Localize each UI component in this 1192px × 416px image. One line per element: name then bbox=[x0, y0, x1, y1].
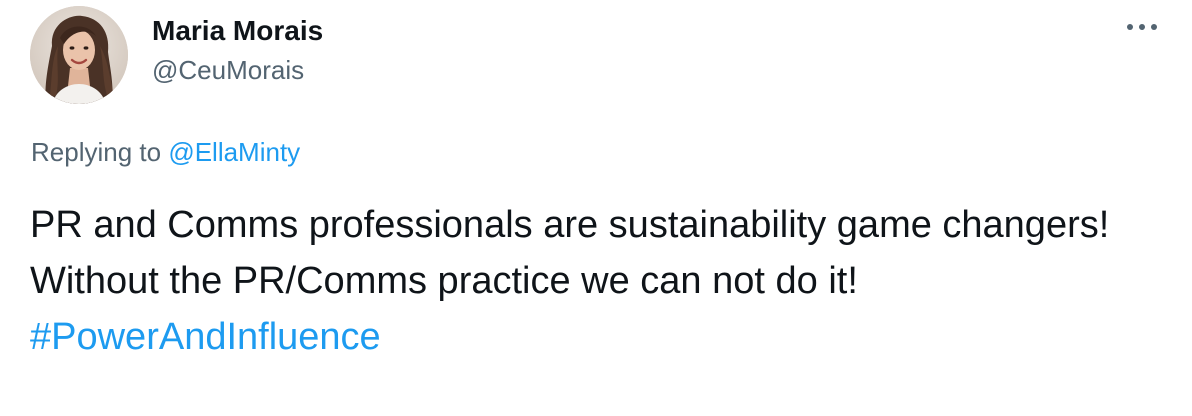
reply-mention-link[interactable]: @EllaMinty bbox=[168, 137, 300, 167]
tweet-text: PR and Comms professionals are sustainab… bbox=[30, 197, 1170, 365]
author-display-name[interactable]: Maria Morais bbox=[152, 14, 323, 48]
hashtag-link[interactable]: #PowerAndInfluence bbox=[30, 316, 381, 358]
more-options-button[interactable] bbox=[1122, 12, 1162, 42]
reply-context: Replying to @EllaMinty bbox=[31, 136, 300, 168]
avatar[interactable] bbox=[30, 6, 128, 104]
tweet-card: Maria Morais @CeuMorais Replying to @Ell… bbox=[0, 0, 1192, 416]
reply-prefix: Replying to bbox=[31, 137, 162, 167]
author-handle[interactable]: @CeuMorais bbox=[152, 54, 304, 86]
avatar-image bbox=[30, 6, 128, 104]
tweet-text-body: PR and Comms professionals are sustainab… bbox=[30, 204, 1110, 302]
more-horizontal-icon bbox=[1127, 24, 1157, 30]
